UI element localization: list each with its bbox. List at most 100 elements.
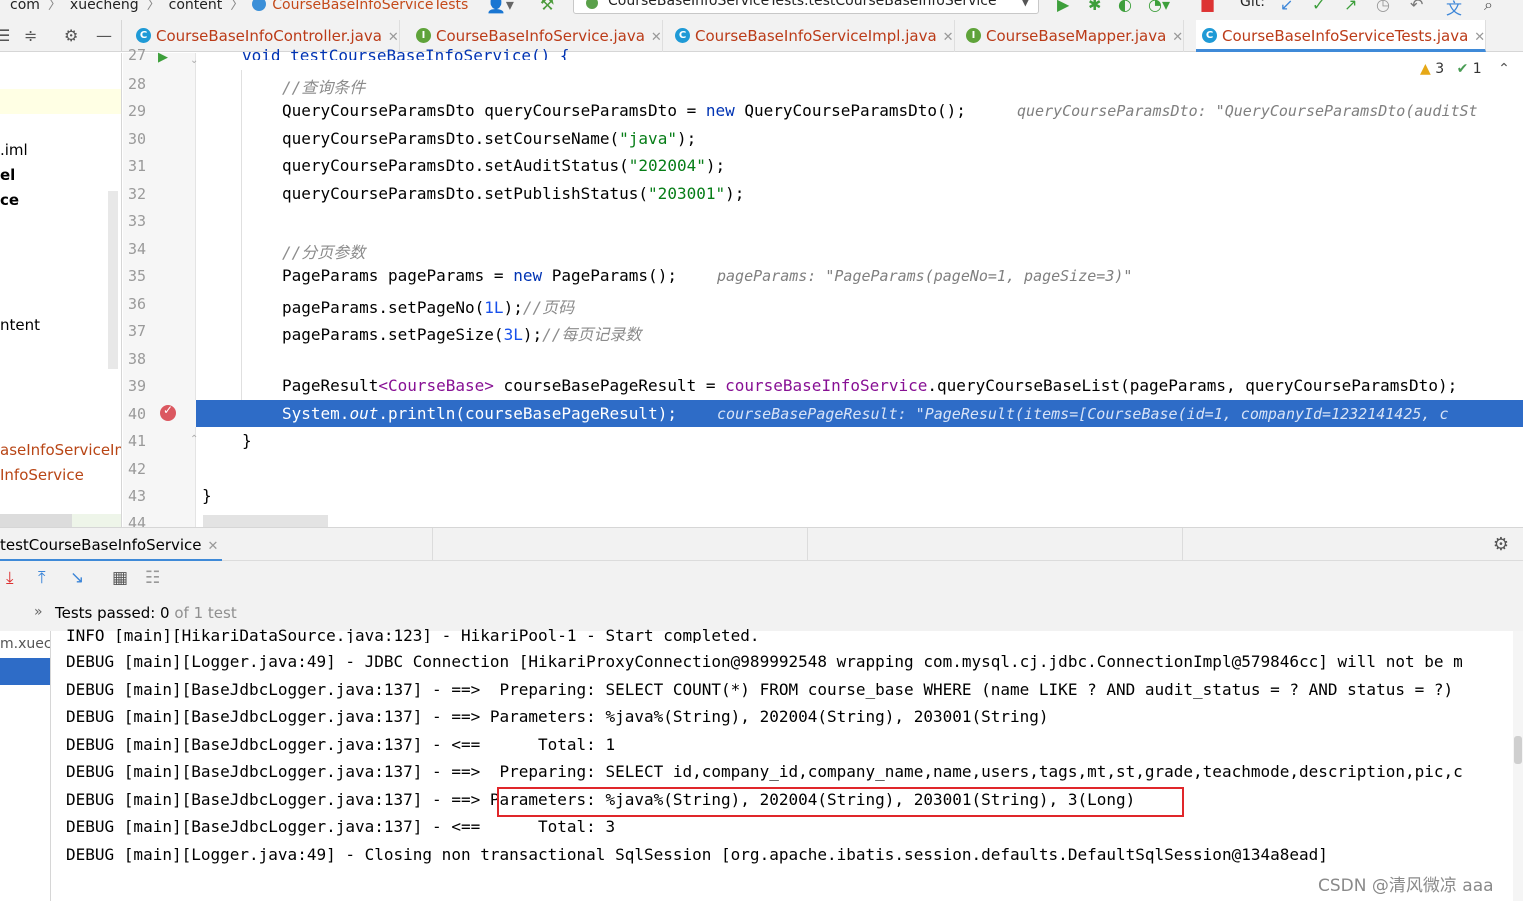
tab-coursebaseinfoserviceimpl[interactable]: C CourseBaseInfoServiceImpl.java ✕ [669, 20, 955, 52]
test-class-icon: C [1202, 28, 1217, 43]
run-gutter-icon[interactable]: ▶ [158, 50, 168, 65]
warning-count: 3 [1435, 61, 1445, 77]
translate-icon[interactable]: 文 [1446, 0, 1462, 19]
inline-debug-value: queryCourseParamsDto: "QueryCourseParams… [1017, 102, 1478, 120]
ok-count: 1 [1472, 61, 1482, 77]
run-icon[interactable]: ▶ [1057, 0, 1069, 14]
code-editor[interactable] [196, 53, 1523, 527]
line-number: 34 [128, 240, 147, 258]
console-scrollbar[interactable] [1513, 631, 1523, 901]
coverage-icon[interactable]: ◐ [1118, 0, 1132, 14]
test-status-text: Tests passed: 0 of 1 test [55, 604, 237, 622]
debug-icon[interactable]: ✱ [1088, 0, 1101, 14]
stop-icon[interactable]: ■ [1200, 0, 1215, 14]
breadcrumb-item-com[interactable]: com [10, 0, 40, 13]
project-item-content[interactable]: ntent [0, 316, 40, 334]
build-hammer-icon[interactable]: ⚒ [540, 0, 554, 14]
console-line: DEBUG [main][BaseJdbcLogger.java:137] - … [66, 735, 616, 754]
sidebar-horizontal-scrollbar[interactable] [0, 514, 72, 527]
inline-debug-value: pageParams: "PageParams(pageNo=1, pageSi… [717, 267, 1133, 285]
scrollbar-thumb[interactable] [1514, 736, 1522, 764]
watermark: CSDN @清风微凉 aaa [1318, 876, 1494, 896]
test-tree-node[interactable]: m.xuec [0, 636, 50, 652]
console-line: DEBUG [main][BaseJdbcLogger.java:137] - … [66, 680, 1454, 699]
project-item-iml[interactable]: .iml [0, 141, 28, 159]
git-commit-icon[interactable]: ✓ [1312, 0, 1325, 14]
import-tests-icon[interactable]: ⤓ [6, 568, 14, 588]
editor-gutter [123, 53, 196, 527]
line-number: 28 [128, 75, 147, 93]
line-number: 31 [128, 157, 147, 175]
console-line: DEBUG [main][BaseJdbcLogger.java:137] - … [66, 817, 616, 836]
user-icon[interactable]: 👤▾ [486, 0, 514, 14]
show-passed-icon[interactable]: ↘ [70, 568, 84, 588]
code-line-43: } [202, 486, 212, 505]
run-toolbar: ⤓ ⤒ ↘ ▦ ☷ [0, 561, 1523, 597]
table-icon[interactable]: ▦ [112, 568, 128, 588]
divider [432, 528, 433, 562]
line-number: 27 [128, 46, 147, 64]
close-icon[interactable]: ✕ [651, 30, 662, 45]
indent-guide [241, 70, 242, 415]
line-number: 32 [128, 185, 147, 203]
test-tree-selected-node[interactable] [0, 658, 50, 685]
project-item-model[interactable]: el [0, 166, 15, 184]
git-label: Git: [1240, 0, 1265, 10]
breadcrumb-item-class[interactable]: CourseBaseInfoServiceTests [272, 0, 468, 13]
class-icon: C [136, 28, 151, 43]
tab-coursebasemapper[interactable]: I CourseBaseMapper.java ✕ [960, 20, 1185, 52]
filter-icon[interactable]: ☷ [145, 568, 160, 588]
search-icon[interactable]: ⌕ [1484, 0, 1493, 15]
divider [807, 528, 808, 562]
close-icon[interactable]: ✕ [388, 30, 399, 45]
inline-debug-value: courseBasePageResult: "PageResult(items=… [717, 405, 1449, 423]
sidebar-scrollbar[interactable] [108, 191, 118, 369]
gear-icon[interactable]: ⚙ [1493, 534, 1509, 555]
line-number: 40 [128, 405, 147, 423]
minimize-icon[interactable]: — [96, 26, 112, 45]
editor-tab-bar: ☰ ≑ ⚙ — C CourseBaseInfoController.java ✕ … [0, 20, 1523, 52]
console-line: DEBUG [main][Logger.java:49] - Closing n… [66, 845, 1328, 864]
line-number: 33 [128, 212, 147, 230]
project-sidebar: .iml el ce ntent aseInfoServiceIm InfoSe… [0, 53, 122, 527]
close-icon[interactable]: ✕ [208, 539, 219, 554]
fold-icon[interactable]: ⌄ [190, 55, 198, 66]
chevron-right-icon[interactable]: » [34, 604, 43, 620]
sidebar-scroll-track [72, 514, 121, 527]
git-push-icon[interactable]: ↗ [1344, 0, 1357, 14]
expand-all-icon[interactable]: ☰ [0, 26, 10, 45]
editor-horizontal-scrollbar[interactable] [203, 515, 328, 527]
code-line-27: void testCourseBaseInfoService() { [242, 46, 570, 60]
export-tests-icon[interactable]: ⤒ [38, 568, 46, 588]
history-icon[interactable]: ◷ [1376, 0, 1390, 14]
project-item-infoservice[interactable]: InfoService [0, 466, 84, 484]
breakpoint-icon[interactable] [160, 403, 176, 421]
collapse-all-icon[interactable]: ≑ [24, 26, 37, 45]
code-line-39: PageResult<CourseBase> courseBasePageRes… [282, 376, 1458, 395]
tab-coursebaseinfoservicetests[interactable]: C CourseBaseInfoServiceTests.java ✕ [1196, 20, 1487, 52]
project-item-service[interactable]: ce [0, 191, 19, 209]
close-icon[interactable]: ✕ [1172, 30, 1183, 45]
inspection-widget[interactable]: ▲ 3 ✔ 1 ⌃ [1420, 61, 1510, 77]
code-line-28: //查询条件 [282, 78, 366, 97]
code-line-41: } [242, 431, 252, 450]
git-update-icon[interactable]: ↙ [1280, 0, 1293, 14]
gear-icon[interactable]: ⚙ [64, 26, 78, 45]
fold-icon[interactable]: ⌃ [190, 434, 198, 445]
breadcrumb-item-xuecheng[interactable]: xuecheng [70, 0, 139, 13]
console-line: DEBUG [main][BaseJdbcLogger.java:137] - … [66, 762, 1463, 781]
project-item-serviceimpl[interactable]: aseInfoServiceIm [0, 441, 121, 459]
close-icon[interactable]: ✕ [1474, 30, 1485, 45]
tab-run-test[interactable]: testCourseBaseInfoService ✕ [0, 528, 222, 562]
breadcrumb-item-content[interactable]: content [169, 0, 223, 13]
run-configuration-select[interactable]: CourseBaseInfoServiceTests.testCourseBas… [573, 0, 1039, 14]
line-number: 30 [128, 130, 147, 148]
line-number: 29 [128, 102, 147, 120]
test-config-icon [586, 0, 598, 9]
profile-icon[interactable]: ◔▾ [1148, 0, 1170, 14]
line-number: 39 [128, 377, 147, 395]
rollback-icon[interactable]: ↶ [1410, 0, 1423, 14]
close-icon[interactable]: ✕ [943, 30, 954, 45]
chevron-up-icon[interactable]: ⌃ [1498, 61, 1510, 77]
interface-icon: I [966, 28, 981, 43]
